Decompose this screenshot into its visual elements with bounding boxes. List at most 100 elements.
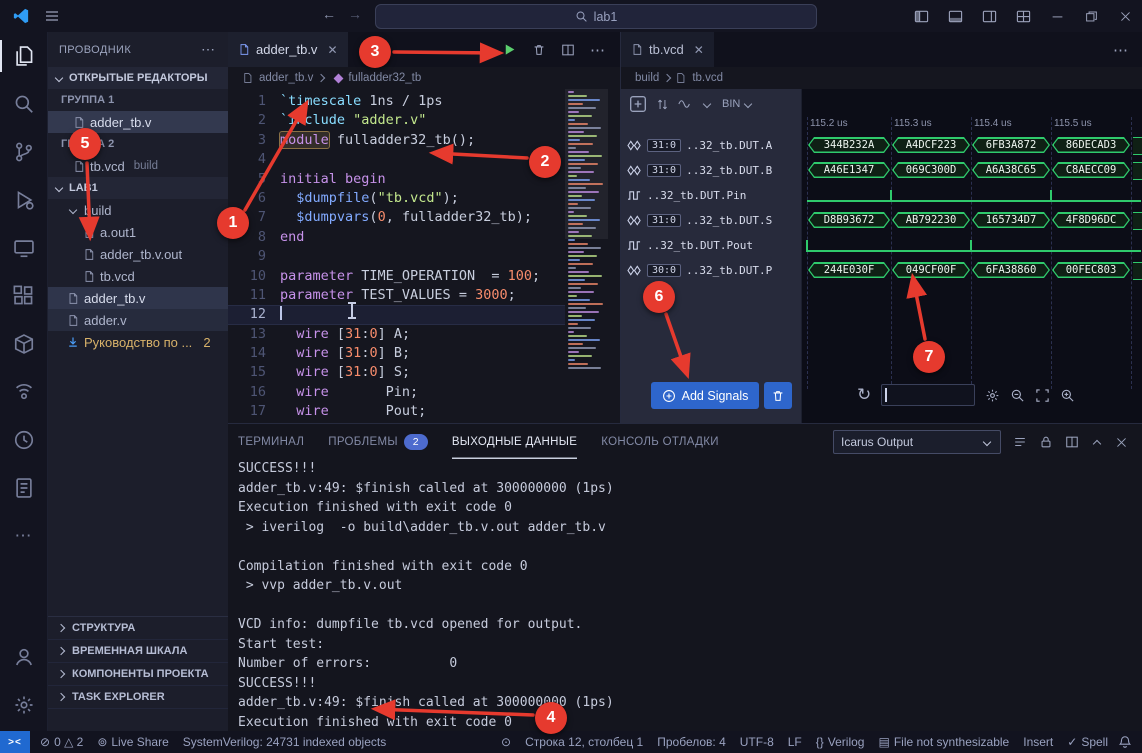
output-console[interactable]: SUCCESS!!!adder_tb.v:49: $finish called … [238, 459, 1136, 732]
customize-layout-icon[interactable] [1006, 0, 1040, 32]
extensions-icon[interactable] [0, 272, 47, 320]
status-item-right-6[interactable]: ▤File not synthesizable [878, 735, 1009, 749]
wave-bus-segment[interactable]: C8AECC09 [1052, 162, 1130, 178]
code-line[interactable]: 6 $dumpfile("tb.vcd"); [228, 189, 565, 208]
tree-item[interactable]: adder_tb.v.out [47, 243, 228, 265]
output-filter-icon[interactable] [1013, 435, 1027, 449]
wave-bus-segment[interactable]: 00FEC803 [1052, 262, 1130, 278]
waveform-more-icon[interactable]: ⋯ [1113, 41, 1129, 59]
status-item-left-2[interactable]: SystemVerilog: 24731 indexed objects [183, 735, 386, 749]
signal-row[interactable]: ..32_tb.DUT.Pin [621, 183, 801, 208]
code-line[interactable]: 14 wire [31:0] B; [228, 344, 565, 363]
code-line[interactable]: 17 wire Pout; [228, 402, 565, 421]
output-channel-select[interactable]: Icarus Output [833, 430, 1001, 454]
code-line[interactable]: 4 [228, 150, 565, 169]
status-item-left-0[interactable]: ⊘0 △ 2 [40, 735, 83, 749]
panel-tab-консоль-отладки[interactable]: КОНСОЛЬ ОТЛАДКИ [601, 424, 719, 459]
code-line[interactable]: 7 $dumpvars(0, fulladder32_tb); [228, 208, 565, 227]
wave-bus-segment[interactable]: 244E030F [808, 262, 890, 278]
add-marker-icon[interactable] [629, 95, 647, 113]
delete-signals-button[interactable] [764, 382, 792, 409]
code-line[interactable]: 10parameter TIME_OPERATION = 100; [228, 267, 565, 286]
minimap[interactable] [565, 89, 608, 423]
zoom-fit-icon[interactable] [1035, 388, 1050, 403]
source-control-icon[interactable] [0, 128, 47, 176]
status-item-left-1[interactable]: ⊚Live Share [97, 735, 168, 749]
trash-icon[interactable] [532, 43, 546, 57]
timeline-icon[interactable] [0, 416, 47, 464]
status-item-right-1[interactable]: Строка 12, столбец 1 [525, 735, 643, 749]
tree-item[interactable]: adder_tb.v [47, 287, 228, 309]
menu-icon[interactable] [44, 8, 60, 24]
code-line[interactable]: 11parameter TEST_VALUES = 3000; [228, 286, 565, 305]
waveform-breadcrumb[interactable]: build tb.vcd [621, 67, 1142, 89]
account-icon[interactable] [0, 633, 47, 681]
code-line[interactable]: 13 wire [31:0] A; [228, 325, 565, 344]
code-line[interactable]: 8end [228, 228, 565, 247]
tab-close-icon[interactable]: ✕ [694, 43, 704, 57]
code-line[interactable]: 16 wire Pin; [228, 383, 565, 402]
code-line[interactable]: 12 [228, 305, 565, 324]
tree-item[interactable]: a.out1 [47, 221, 228, 243]
status-item-right-3[interactable]: UTF-8 [740, 735, 774, 749]
forward-button[interactable]: → [348, 6, 362, 22]
wave-bus-segment[interactable]: A6A38C65 [972, 162, 1050, 178]
panel-tab-проблемы[interactable]: ПРОБЛЕМЫ2 [328, 424, 428, 459]
signal-row[interactable]: ..32_tb.DUT.Pout [621, 233, 801, 258]
code-editor[interactable]: 1`timescale 1ns / 1ps2`include "adder.v"… [228, 89, 565, 423]
wave-bus-segment[interactable]: A4DCF223 [892, 137, 970, 153]
sidebar-section-временная-шкала[interactable]: ВРЕМЕННАЯ ШКАЛА [47, 640, 228, 663]
wave-bus-segment[interactable]: AB792230 [892, 212, 970, 228]
toggle-sidebar-icon[interactable] [904, 0, 938, 32]
wave-bus-segment[interactable]: 6FB3A872 [972, 137, 1050, 153]
explorer-icon[interactable] [0, 32, 47, 80]
status-item-right-2[interactable]: Пробелов: 4 [657, 735, 726, 749]
search-icon[interactable] [0, 80, 47, 128]
split-editor-icon[interactable] [561, 43, 575, 57]
settings-gear-icon[interactable] [985, 388, 1000, 403]
panel-tab-выходные-данные[interactable]: ВЫХОДНЫЕ ДАННЫЕ [452, 424, 577, 459]
wave-bus-segment[interactable]: A46E1347 [808, 162, 890, 178]
code-line[interactable]: 3module fulladder32_tb(); [228, 131, 565, 150]
wave-bus-segment[interactable]: 4F8D96DC [1052, 212, 1130, 228]
zoom-out-icon[interactable] [1010, 388, 1025, 403]
status-item-right-4[interactable]: LF [788, 735, 802, 749]
code-line[interactable]: 1`timescale 1ns / 1ps [228, 92, 565, 111]
signal-row[interactable]: 31:0..32_tb.DUT.A [621, 133, 801, 158]
workspace-root[interactable]: LAB1 [47, 177, 228, 199]
container-tools-icon[interactable] [0, 320, 47, 368]
run-debug-icon[interactable] [0, 176, 47, 224]
wave-plot-area[interactable]: 115.2 us115.3 us115.4 us115.5 us344B232A… [801, 89, 1142, 423]
code-line[interactable]: 5initial begin [228, 170, 565, 189]
signal-row[interactable]: 31:0..32_tb.DUT.B [621, 158, 801, 183]
wave-bus-segment[interactable]: 6FA38860 [972, 262, 1050, 278]
status-item-right-5[interactable]: {}Verilog [816, 735, 865, 749]
close-icon[interactable] [1108, 0, 1142, 32]
wave-bus-segment[interactable]: 86DECAD3 [1052, 137, 1130, 153]
breadcrumb[interactable]: adder_tb.v fulladder32_tb [228, 67, 620, 89]
tab-tb-vcd[interactable]: tb.vcd ✕ [621, 32, 715, 67]
toggle-panel-icon[interactable] [938, 0, 972, 32]
refresh-icon[interactable]: ↻ [857, 385, 871, 405]
analog-wave-icon[interactable] [678, 97, 692, 111]
tab-close-icon[interactable]: ✕ [327, 43, 337, 57]
signal-row[interactable]: 30:0..32_tb.DUT.P [621, 258, 801, 283]
editor-more-icon[interactable]: ⋯ [590, 41, 606, 59]
notifications-bell-icon[interactable] [1118, 735, 1132, 749]
add-signals-button[interactable]: Add Signals [651, 382, 759, 409]
maximize-panel-icon[interactable] [1093, 440, 1101, 448]
close-panel-icon[interactable] [1115, 436, 1128, 449]
clear-output-icon[interactable] [1065, 435, 1079, 449]
status-item-right-7[interactable]: Insert [1023, 735, 1053, 749]
open-editor-item[interactable]: tb.vcdbuild [47, 155, 228, 177]
zoom-in-icon[interactable] [1060, 388, 1075, 403]
restore-icon[interactable] [1074, 0, 1108, 32]
tree-item[interactable]: build [47, 199, 228, 221]
notebook-icon[interactable] [0, 464, 47, 512]
sidebar-section-task-explorer[interactable]: TASK EXPLORER [47, 686, 228, 709]
open-editor-item[interactable]: adder_tb.v [47, 111, 228, 133]
wave-bit-line[interactable] [807, 250, 1141, 252]
command-center-search[interactable]: lab1 [375, 4, 817, 29]
chevron-down-icon[interactable] [703, 100, 711, 108]
lock-scroll-icon[interactable] [1039, 435, 1053, 449]
